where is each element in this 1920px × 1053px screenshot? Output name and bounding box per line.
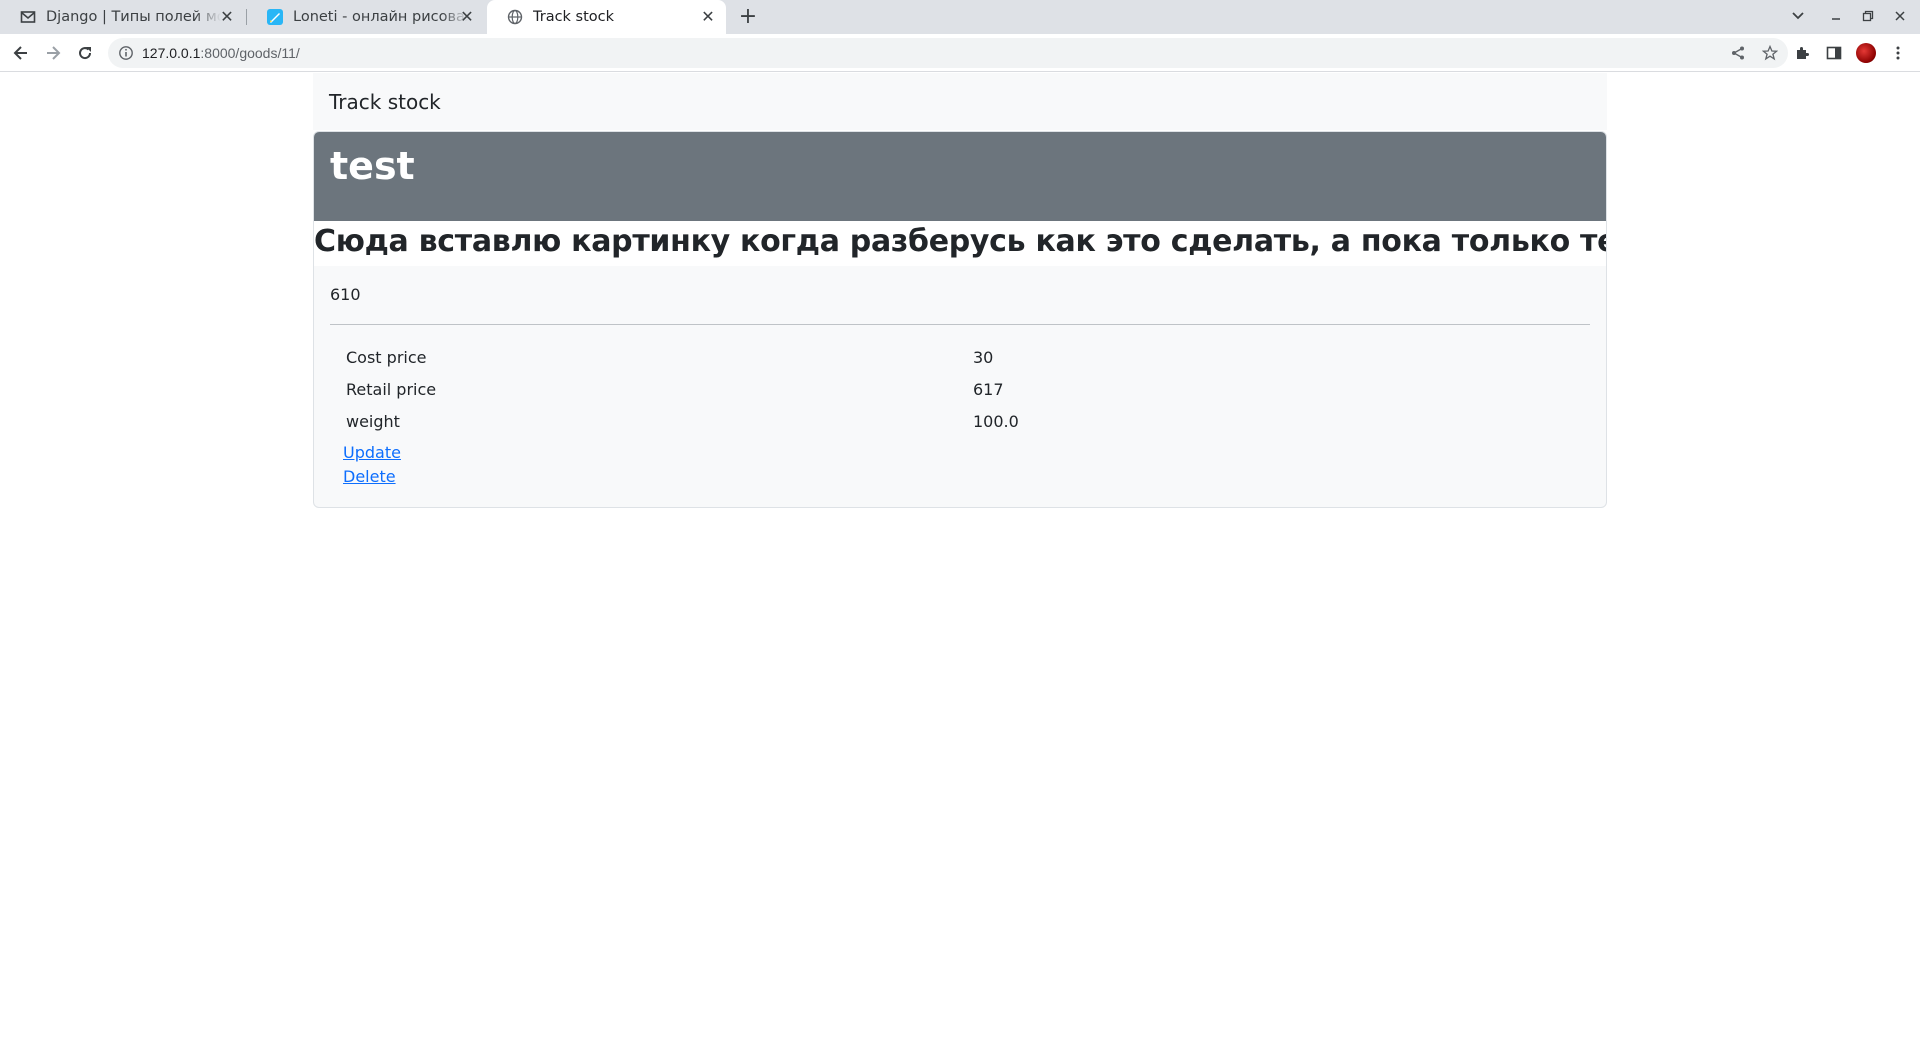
forward-arrow-icon bbox=[47, 46, 61, 60]
side-panel-button[interactable] bbox=[1824, 43, 1844, 63]
product-quantity: 610 bbox=[330, 285, 361, 304]
share-icon[interactable] bbox=[1730, 45, 1746, 61]
url-path: :8000/goods/11/ bbox=[200, 45, 300, 61]
minimize-icon[interactable] bbox=[1824, 5, 1848, 29]
tab-strip: Django | Типы полей мод ✕ Loneti - онлай… bbox=[0, 0, 1920, 34]
forward-button[interactable] bbox=[40, 40, 66, 66]
product-name: test bbox=[330, 144, 415, 188]
loneti-icon bbox=[267, 9, 283, 25]
close-tab-icon[interactable]: ✕ bbox=[459, 9, 475, 25]
content-container: Track stock test Сюда вставлю картинку к… bbox=[313, 73, 1607, 508]
menu-button[interactable] bbox=[1888, 43, 1908, 63]
kebab-menu-icon bbox=[1896, 46, 1900, 60]
back-button[interactable] bbox=[8, 40, 34, 66]
globe-icon bbox=[507, 9, 523, 25]
close-window-icon[interactable] bbox=[1888, 5, 1912, 29]
update-link[interactable]: Update bbox=[343, 441, 1590, 465]
attribute-label: Cost price bbox=[346, 347, 427, 367]
extensions-button[interactable] bbox=[1792, 43, 1812, 63]
tab-django[interactable]: Django | Типы полей мод ✕ bbox=[0, 0, 245, 34]
tab-search-icon[interactable] bbox=[1786, 5, 1810, 29]
attribute-label: weight bbox=[346, 411, 400, 431]
product-description-block: Сюда вставлю картинку когда разберусь ка… bbox=[314, 221, 1606, 266]
table-row: weight 100.0 bbox=[330, 405, 1590, 437]
table-row: Retail price 617 bbox=[330, 373, 1590, 405]
product-attributes-table: Cost price 30 Retail price 617 weight 10… bbox=[330, 341, 1590, 437]
back-arrow-icon bbox=[13, 46, 27, 60]
restore-icon[interactable] bbox=[1856, 5, 1880, 29]
url-host: 127.0.0.1 bbox=[142, 45, 201, 61]
table-row: Cost price 30 bbox=[330, 341, 1590, 373]
url-text[interactable]: 127.0.0.1:8000/goods/11/ bbox=[142, 38, 300, 68]
address-bar[interactable]: 127.0.0.1:8000/goods/11/ bbox=[108, 38, 1788, 68]
product-card: test Сюда вставлю картинку когда разберу… bbox=[313, 131, 1607, 508]
profile-avatar[interactable] bbox=[1856, 43, 1876, 63]
product-card-header: test bbox=[314, 132, 1606, 221]
attribute-label: Retail price bbox=[346, 379, 437, 399]
page-viewport: Track stock test Сюда вставлю картинку к… bbox=[0, 73, 1920, 1053]
reload-button[interactable] bbox=[72, 40, 98, 66]
navbar-brand[interactable]: Track stock bbox=[329, 90, 441, 114]
product-description: Сюда вставлю картинку когда разберусь ка… bbox=[314, 224, 1607, 259]
tab-title: Loneti - онлайн рисовалк bbox=[293, 9, 468, 25]
close-tab-icon[interactable]: ✕ bbox=[700, 9, 716, 25]
site-navbar: Track stock bbox=[313, 73, 1607, 130]
close-tab-icon[interactable]: ✕ bbox=[219, 9, 235, 25]
puzzle-icon bbox=[1797, 47, 1809, 59]
delete-link[interactable]: Delete bbox=[343, 465, 1590, 489]
tab-title: Track stock bbox=[533, 9, 615, 25]
tab-title: Django | Типы полей мод bbox=[46, 9, 221, 25]
tab-track-stock[interactable]: Track stock ✕ bbox=[487, 0, 726, 34]
attribute-value: 30 bbox=[973, 347, 994, 367]
attribute-value: 617 bbox=[973, 379, 1004, 399]
divider bbox=[330, 324, 1590, 325]
attribute-value: 100.0 bbox=[973, 411, 1019, 431]
bookmark-star-icon[interactable] bbox=[1762, 45, 1778, 61]
gmail-icon bbox=[20, 11, 36, 23]
product-actions: Update Delete bbox=[330, 437, 1590, 489]
side-panel-icon bbox=[1826, 46, 1842, 60]
reload-icon bbox=[79, 47, 92, 60]
site-info-icon[interactable] bbox=[118, 45, 134, 61]
new-tab-button[interactable]: + bbox=[736, 5, 760, 29]
tab-loneti[interactable]: Loneti - онлайн рисовалк ✕ bbox=[247, 0, 485, 34]
product-card-body: 610 Cost price 30 Retail price 617 weigh… bbox=[314, 266, 1606, 507]
browser-toolbar: 127.0.0.1:8000/goods/11/ bbox=[0, 34, 1920, 72]
